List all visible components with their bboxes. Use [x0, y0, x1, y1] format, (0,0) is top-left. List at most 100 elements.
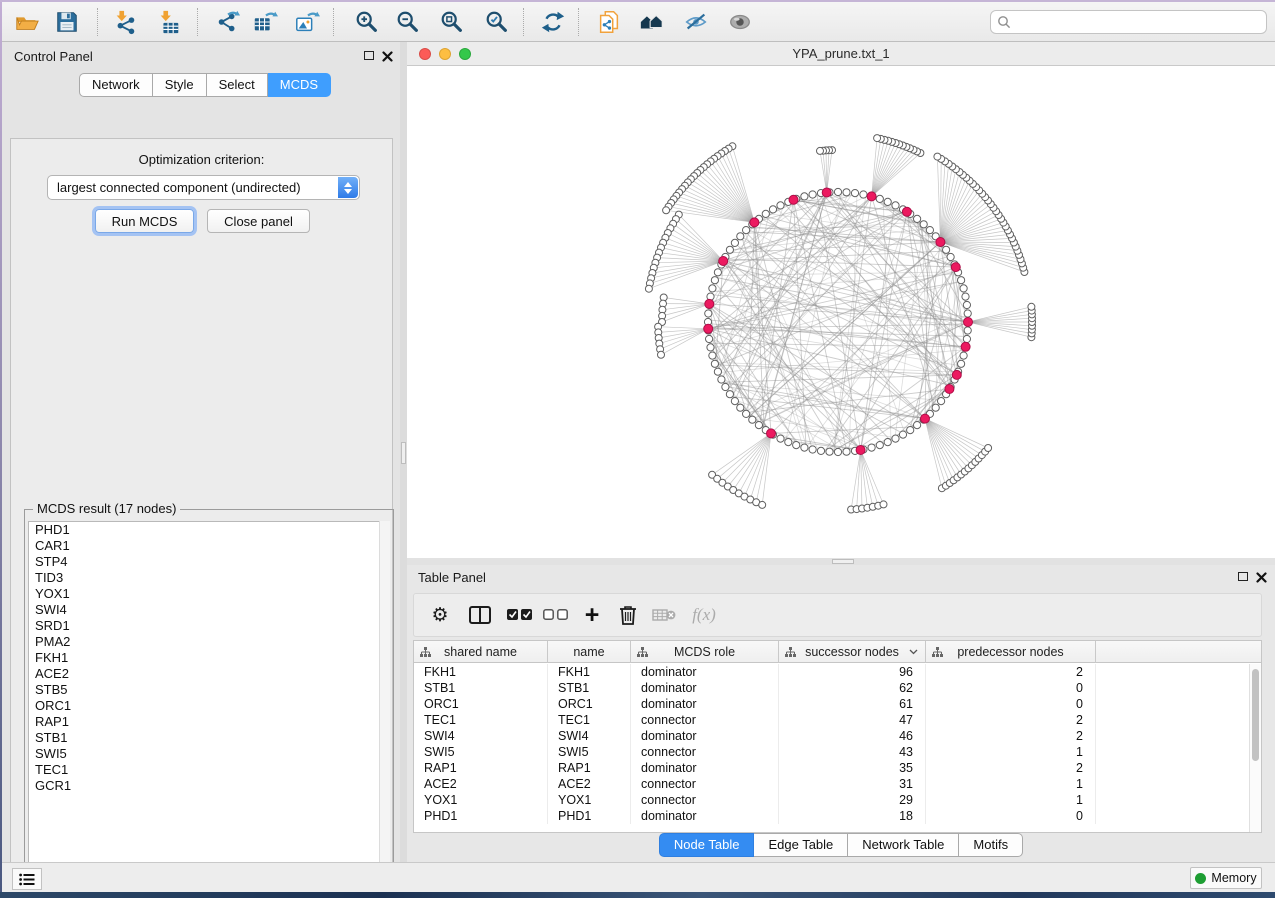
cell: 0	[926, 808, 1096, 824]
cell: 35	[779, 760, 926, 776]
table-settings-button[interactable]: ⚙	[422, 598, 458, 632]
search-input[interactable]	[1015, 15, 1266, 30]
table-row-tec1[interactable]: TEC1TEC1connector472	[414, 712, 1249, 728]
toolbar-separator	[333, 8, 334, 36]
export-network-button[interactable]	[213, 7, 243, 37]
result-node[interactable]: SWI4	[29, 602, 389, 618]
table-row-ace2[interactable]: ACE2ACE2connector311	[414, 776, 1249, 792]
result-list-scrollbar[interactable]	[379, 521, 390, 877]
toolbar-separator	[197, 8, 198, 36]
delete-column-button[interactable]	[610, 598, 646, 632]
tab-network-table[interactable]: Network Table	[848, 833, 959, 857]
close-panel-icon[interactable]	[1256, 572, 1267, 583]
tab-network[interactable]: Network	[79, 73, 153, 97]
result-node[interactable]: ACE2	[29, 666, 389, 682]
cell: SWI5	[414, 744, 548, 760]
tab-mcds[interactable]: MCDS	[268, 73, 331, 97]
result-node[interactable]: PMA2	[29, 634, 389, 650]
column-header-predecessor-nodes[interactable]: predecessor nodes	[926, 641, 1096, 663]
show-all-button[interactable]	[725, 7, 755, 37]
open-file-button[interactable]	[12, 7, 42, 37]
splitter-grip[interactable]	[401, 442, 406, 464]
mcds-result-list[interactable]: PHD1CAR1STP4TID3YOX1SWI4SRD1PMA2FKH1ACE2…	[28, 521, 390, 877]
add-column-button[interactable]: +	[574, 598, 610, 632]
deselect-all-button[interactable]	[538, 598, 574, 632]
network-canvas[interactable]	[407, 66, 1275, 558]
result-node[interactable]: SWI5	[29, 746, 389, 762]
cell: ORC1	[414, 696, 548, 712]
criterion-select[interactable]: largest connected component (undirected)	[47, 175, 360, 200]
column-header-successor-nodes[interactable]: successor nodes	[779, 641, 926, 663]
save-floppy-icon	[54, 9, 80, 35]
run-mcds-button[interactable]: Run MCDS	[95, 209, 194, 233]
result-node[interactable]: STB1	[29, 730, 389, 746]
result-node[interactable]: PHD1	[29, 522, 389, 538]
table-row-swi4[interactable]: SWI4SWI4dominator462	[414, 728, 1249, 744]
hide-selected-button[interactable]	[681, 7, 711, 37]
cell: PHD1	[414, 808, 548, 824]
zoom-selected-button[interactable]	[482, 7, 512, 37]
export-table-button[interactable]	[250, 7, 280, 37]
result-node[interactable]: FKH1	[29, 650, 389, 666]
refresh-layout-button[interactable]	[538, 7, 568, 37]
column-chooser-button[interactable]	[462, 598, 498, 632]
result-node[interactable]: CAR1	[29, 538, 389, 554]
splitter-grip[interactable]	[832, 559, 854, 564]
close-panel-icon[interactable]	[382, 51, 393, 62]
vertical-splitter[interactable]	[400, 42, 407, 862]
export-image-button[interactable]	[292, 7, 322, 37]
horizontal-splitter[interactable]	[407, 558, 1275, 565]
zoom-in-button[interactable]	[352, 7, 382, 37]
table-row-fkh1[interactable]: FKH1FKH1dominator962	[414, 664, 1249, 680]
cell: connector	[631, 712, 779, 728]
result-node[interactable]: STP4	[29, 554, 389, 570]
result-node[interactable]: TID3	[29, 570, 389, 586]
scrollbar-thumb[interactable]	[1252, 669, 1259, 761]
tab-style[interactable]: Style	[153, 73, 207, 97]
function-builder-button[interactable]: f(x)	[682, 598, 726, 632]
select-all-button[interactable]	[502, 598, 538, 632]
result-node[interactable]: SRD1	[29, 618, 389, 634]
import-network-button[interactable]	[110, 7, 140, 37]
table-row-orc1[interactable]: ORC1ORC1dominator610	[414, 696, 1249, 712]
table-row-stb1[interactable]: STB1STB1dominator620	[414, 680, 1249, 696]
cell: RAP1	[548, 760, 631, 776]
tab-select[interactable]: Select	[207, 73, 268, 97]
result-node[interactable]: STB5	[29, 682, 389, 698]
import-table-icon	[156, 9, 182, 35]
tab-motifs[interactable]: Motifs	[959, 833, 1023, 857]
task-history-button[interactable]	[12, 868, 42, 890]
tab-edge-table[interactable]: Edge Table	[754, 833, 848, 857]
float-panel-icon[interactable]	[1238, 572, 1248, 581]
column-header-name[interactable]: name	[548, 641, 631, 663]
memory-button[interactable]: Memory	[1190, 867, 1262, 889]
zoom-fit-button[interactable]	[437, 7, 467, 37]
table-scrollbar[interactable]	[1249, 664, 1261, 832]
float-panel-icon[interactable]	[364, 51, 374, 60]
import-table-button[interactable]	[154, 7, 184, 37]
cell: 0	[926, 696, 1096, 712]
network-snapshot-button[interactable]	[594, 7, 624, 37]
table-row-yox1[interactable]: YOX1YOX1connector291	[414, 792, 1249, 808]
table-row-rap1[interactable]: RAP1RAP1dominator352	[414, 760, 1249, 776]
table-row-swi5[interactable]: SWI5SWI5connector431	[414, 744, 1249, 760]
mcds-result-group: MCDS result (17 nodes) PHD1CAR1STP4TID3Y…	[24, 509, 394, 881]
network-graph[interactable]	[407, 66, 1275, 558]
result-node[interactable]: RAP1	[29, 714, 389, 730]
column-header-shared-name[interactable]: shared name	[414, 641, 548, 663]
close-panel-button[interactable]: Close panel	[207, 209, 310, 233]
tab-node-table[interactable]: Node Table	[659, 833, 755, 857]
trash-icon	[619, 605, 637, 625]
save-session-button[interactable]	[52, 7, 82, 37]
result-node[interactable]: YOX1	[29, 586, 389, 602]
houses-icon	[639, 9, 665, 35]
first-neighbors-button[interactable]	[637, 7, 667, 37]
zoom-out-button[interactable]	[393, 7, 423, 37]
result-node[interactable]: TEC1	[29, 762, 389, 778]
column-header-mcds-role[interactable]: MCDS role	[631, 641, 779, 663]
result-node[interactable]: GCR1	[29, 778, 389, 794]
table-row-phd1[interactable]: PHD1PHD1dominator180	[414, 808, 1249, 824]
delete-table-button[interactable]	[646, 598, 682, 632]
result-node[interactable]: ORC1	[29, 698, 389, 714]
search-box[interactable]	[990, 10, 1267, 34]
